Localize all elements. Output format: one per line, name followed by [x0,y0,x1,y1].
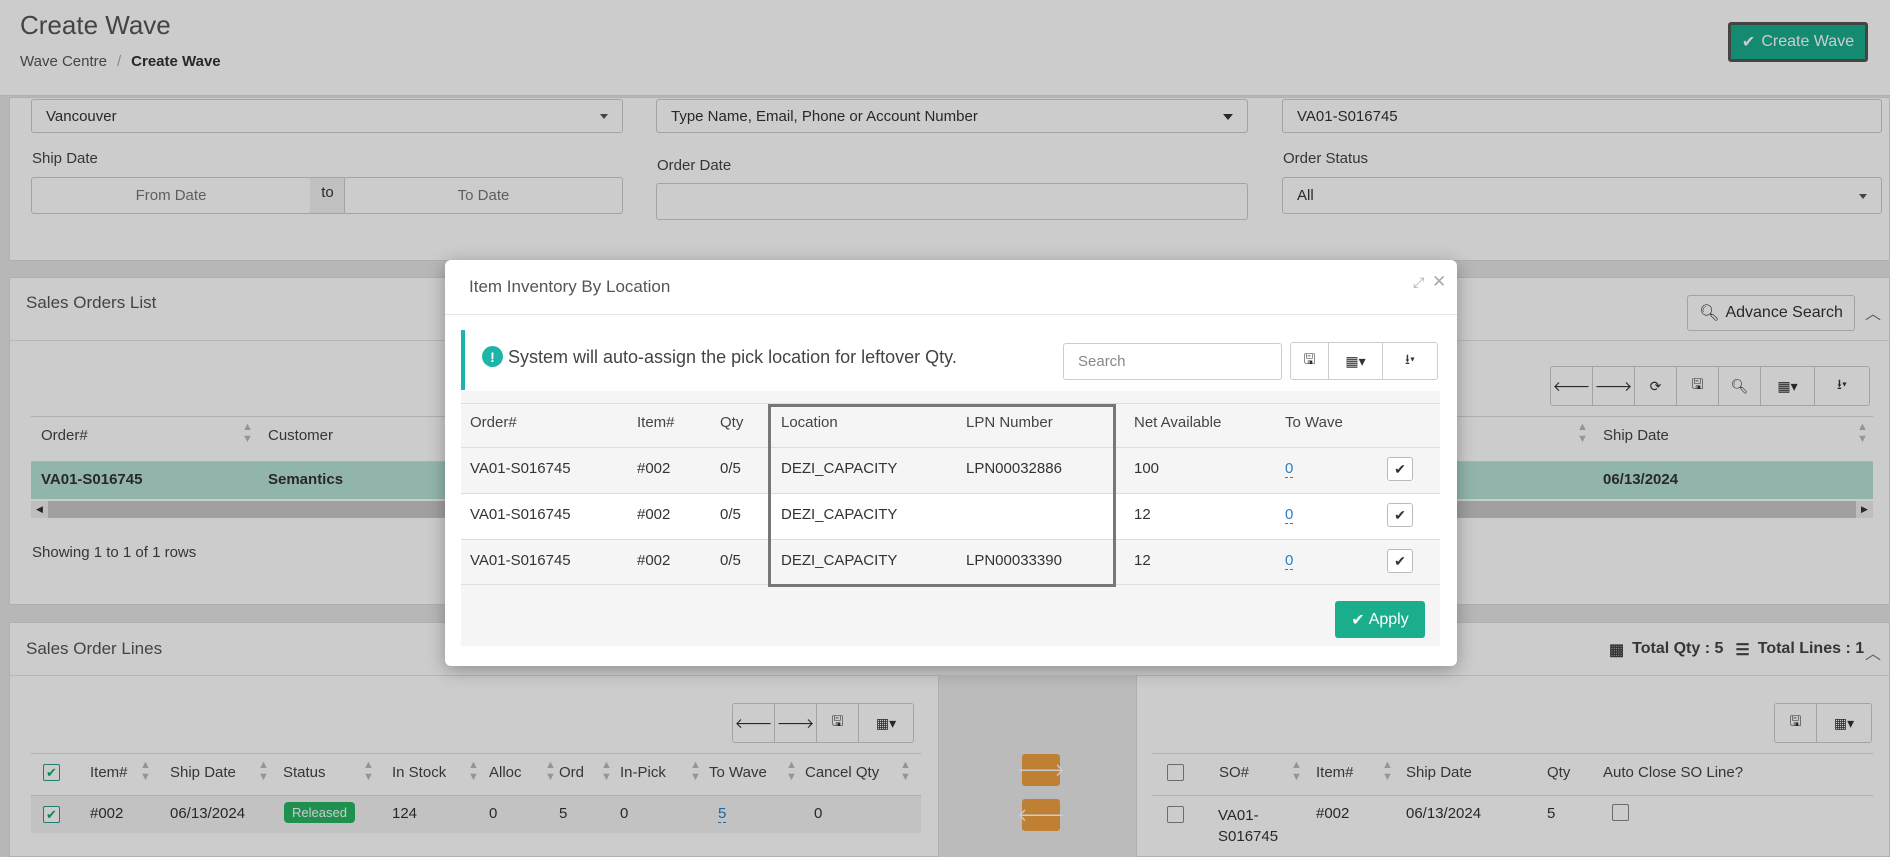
highlight-box [768,404,1116,587]
col-net-available[interactable]: Net Available [1134,414,1221,431]
check-icon[interactable]: ✔ [1387,549,1413,573]
col-qty[interactable]: Qty [720,414,743,431]
check-icon[interactable]: ✔ [1387,503,1413,527]
col-order[interactable]: Order# [470,414,517,431]
alert-message: System will auto-assign the pick locatio… [508,347,957,367]
to-wave-editable[interactable]: 0 [1285,506,1294,524]
modal-toolbar: 🖫 ▦▾ ⭳▾ [1290,342,1438,380]
to-wave-editable[interactable]: 0 [1285,552,1294,570]
item-inventory-modal: Item Inventory By Location ⤢ ✕ ! System … [445,260,1457,666]
close-icon[interactable]: ✕ [1432,272,1446,292]
expand-icon[interactable]: ⤢ [1413,274,1424,291]
col-to-wave[interactable]: To Wave [1285,414,1343,431]
export-icon[interactable]: ⭳▾ [1383,343,1437,379]
col-item[interactable]: Item# [637,414,675,431]
search-input[interactable]: Search [1063,343,1282,380]
alert-bar [461,330,465,390]
to-wave-editable[interactable]: 0 [1285,460,1294,478]
exclamation-icon: ! [482,346,503,367]
check-icon: ✔ [1351,611,1365,629]
save-icon[interactable]: 🖫 [1291,343,1329,379]
modal-body: ! System will auto-assign the pick locat… [461,328,1440,646]
modal-title: Item Inventory By Location [469,277,671,296]
columns-icon[interactable]: ▦▾ [1329,343,1383,379]
check-icon[interactable]: ✔ [1387,457,1413,481]
apply-button[interactable]: ✔ Apply [1335,601,1425,638]
